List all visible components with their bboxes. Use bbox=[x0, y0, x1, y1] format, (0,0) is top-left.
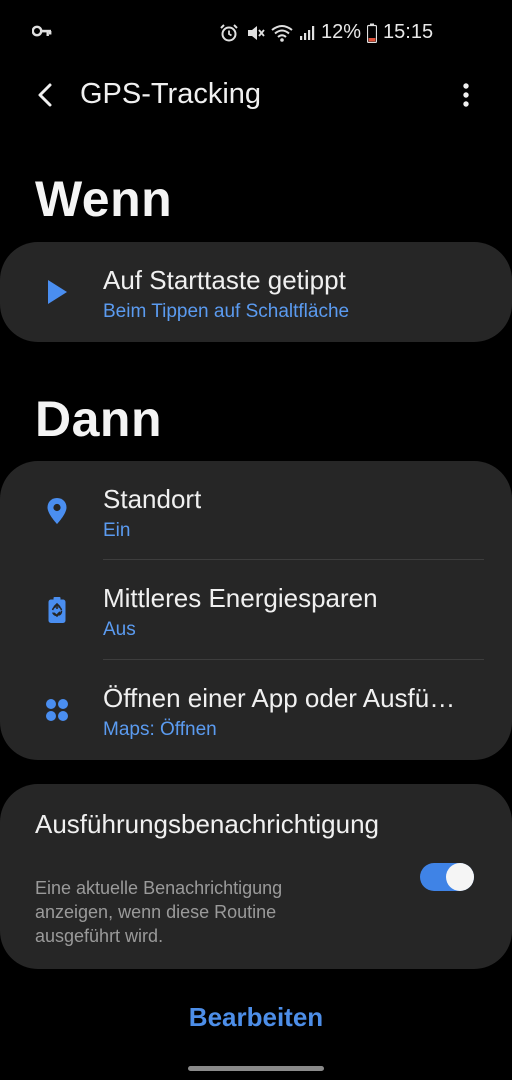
trigger-card[interactable]: Auf Starttaste getippt Beim Tippen auf S… bbox=[0, 242, 512, 342]
then-heading: Dann bbox=[35, 391, 162, 447]
toggle-knob bbox=[446, 863, 474, 891]
play-icon bbox=[40, 275, 74, 309]
chevron-left-icon bbox=[38, 83, 52, 107]
status-icons: 12% 15:15 bbox=[219, 21, 433, 44]
battery-percent: 12% bbox=[321, 21, 362, 43]
trigger-row[interactable]: Auf Starttaste getippt Beim Tippen auf S… bbox=[0, 242, 512, 342]
action-subtitle: Ein bbox=[103, 520, 131, 541]
action-subtitle: Maps: Öffnen bbox=[103, 719, 217, 740]
clock: 15:15 bbox=[383, 21, 434, 43]
screen: 12% 15:15 GPS-Tracking Wenn Auf Starttas… bbox=[0, 0, 512, 1080]
signal-icon bbox=[299, 25, 315, 41]
notification-card[interactable]: Ausführungsbenachrichtigung Eine aktuell… bbox=[0, 784, 512, 969]
edit-button[interactable]: Bearbeiten bbox=[150, 1002, 362, 1042]
action-row[interactable]: Mittleres Energiesparen Aus bbox=[0, 560, 512, 660]
when-heading: Wenn bbox=[35, 171, 173, 227]
wifi-icon bbox=[271, 24, 293, 42]
actions-card: Standort Ein Mittleres Energiesparen Aus bbox=[0, 461, 512, 760]
apps-grid-icon bbox=[40, 693, 74, 727]
trigger-subtitle: Beim Tippen auf Schaltfläche bbox=[103, 301, 350, 322]
action-subtitle: Aus bbox=[103, 619, 136, 640]
action-title: Standort bbox=[103, 484, 202, 514]
action-row[interactable]: Standort Ein bbox=[0, 461, 512, 560]
mute-icon bbox=[245, 23, 265, 43]
notification-toggle[interactable] bbox=[420, 863, 474, 891]
vpn-key-icon bbox=[31, 24, 52, 43]
action-title: Mittleres Energiesparen bbox=[103, 583, 378, 613]
page-title: GPS-Tracking bbox=[80, 78, 262, 110]
battery-icon bbox=[367, 23, 378, 43]
status-bar: 12% 15:15 bbox=[0, 0, 512, 64]
back-button[interactable] bbox=[24, 74, 66, 116]
notification-description: Eine aktuelle Benachrichtigung anzeigen,… bbox=[35, 878, 283, 946]
alarm-icon bbox=[219, 23, 239, 43]
action-row[interactable]: Öffnen einer App oder Ausfü… Maps: Öffne… bbox=[0, 660, 512, 760]
location-pin-icon bbox=[40, 494, 74, 528]
home-indicator[interactable] bbox=[188, 1066, 324, 1071]
battery-saver-icon bbox=[40, 593, 74, 627]
action-title: Öffnen einer App oder Ausfü… bbox=[103, 683, 456, 713]
more-options-button[interactable] bbox=[446, 74, 486, 116]
app-bar: GPS-Tracking bbox=[0, 64, 512, 126]
more-vertical-icon bbox=[463, 83, 469, 107]
trigger-title: Auf Starttaste getippt bbox=[103, 265, 346, 295]
notification-title: Ausführungsbenachrichtigung bbox=[35, 809, 380, 839]
